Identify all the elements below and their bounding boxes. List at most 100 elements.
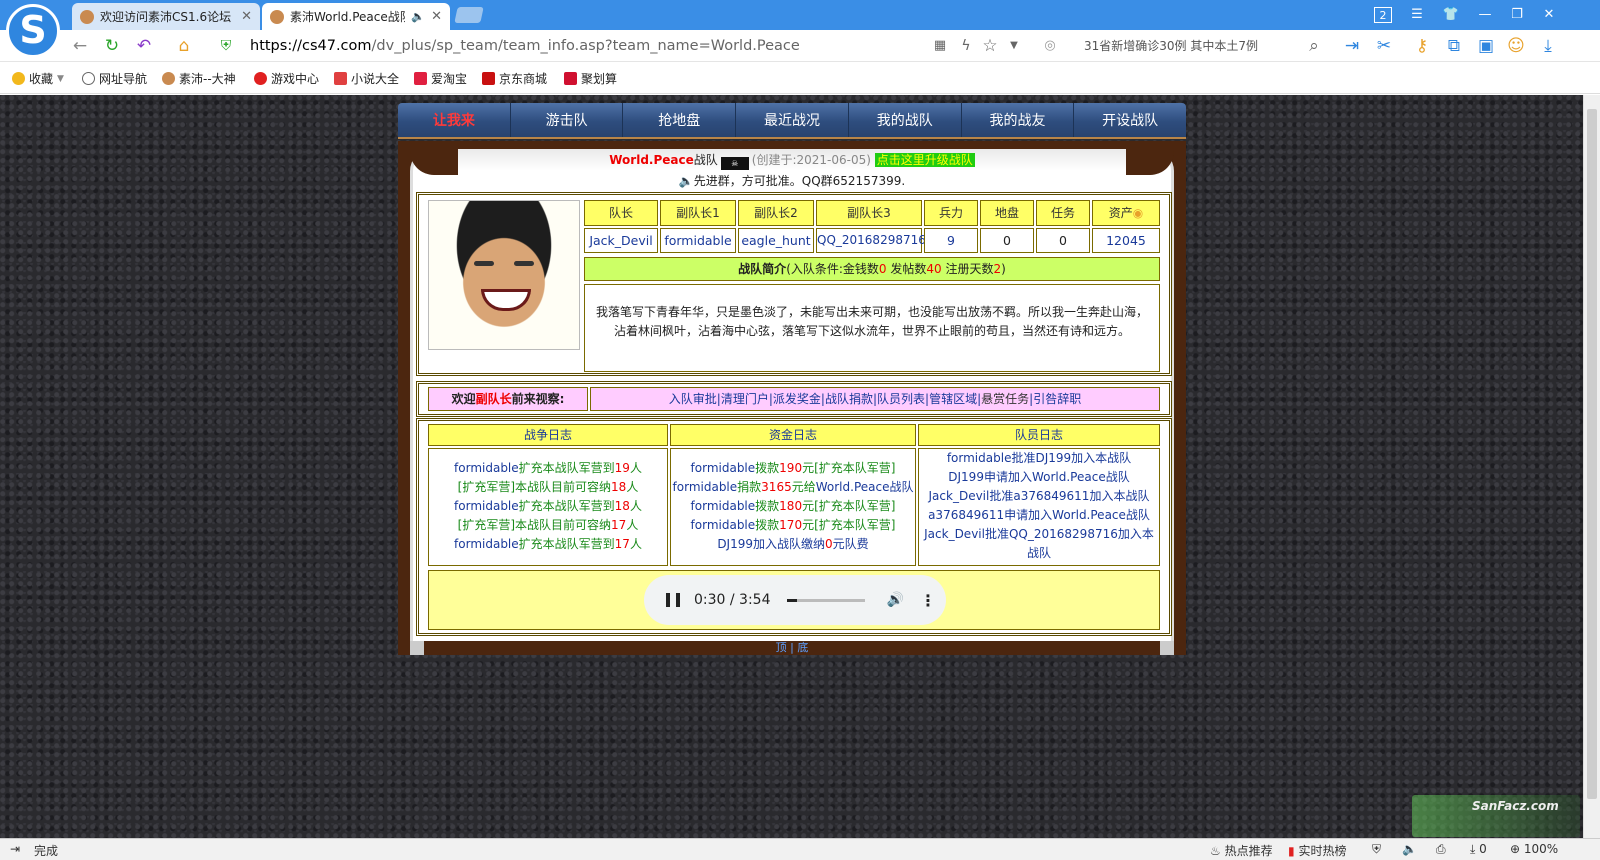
hot-recommend[interactable]: ♨ 热点推荐: [1210, 842, 1273, 859]
key-icon[interactable]: ⚷: [1412, 36, 1432, 56]
search-icon[interactable]: ⌕: [1304, 36, 1324, 56]
log-user[interactable]: a376849611: [928, 508, 1004, 522]
log-user[interactable]: Jack_Devil: [924, 527, 985, 541]
close-icon[interactable]: ✕: [431, 9, 442, 24]
log-link[interactable]: 扩充军营: [462, 480, 510, 494]
speaker-icon[interactable]: 🔈: [1402, 842, 1417, 856]
log-user[interactable]: DJ199: [1035, 451, 1071, 465]
scroll-thumb[interactable]: [1587, 109, 1597, 799]
back-icon[interactable]: ←: [70, 36, 90, 56]
log-link[interactable]: 扩充本队军营: [819, 499, 891, 513]
bookmark-novels[interactable]: 小说大全: [334, 70, 399, 87]
volume-icon[interactable]: 🔊: [887, 592, 904, 608]
scissors-icon[interactable]: ✂: [1374, 36, 1394, 56]
skin-icon[interactable]: 👕: [1442, 6, 1460, 24]
star-icon[interactable]: ☆: [980, 36, 1000, 56]
log-user[interactable]: a376849611: [1013, 489, 1089, 503]
log-user[interactable]: formidable: [691, 461, 756, 475]
pause-icon[interactable]: [666, 593, 680, 607]
undo-icon[interactable]: ↶: [134, 36, 154, 56]
bookmark-nav[interactable]: 网址导航: [82, 70, 147, 87]
lightning-icon[interactable]: ϟ: [956, 36, 976, 56]
sidebar-toggle-icon[interactable]: ⇥: [10, 842, 20, 856]
log-user[interactable]: formidable: [947, 451, 1012, 465]
tab-team-page[interactable]: 素沛World.Peace战队 🔈 ✕: [262, 3, 450, 30]
log-user[interactable]: formidable: [454, 499, 519, 513]
log-link[interactable]: 扩充本队军营: [819, 518, 891, 532]
log-user[interactable]: formidable: [691, 518, 756, 532]
audio-progress-bar[interactable]: [786, 598, 865, 602]
menu-item-3[interactable]: 最近战况: [736, 103, 849, 137]
vertical-scrollbar[interactable]: [1583, 95, 1600, 838]
menu-item-6[interactable]: 开设战队: [1074, 103, 1186, 137]
action-approve[interactable]: 入队审批: [669, 392, 717, 406]
action-purge[interactable]: 清理门户: [721, 392, 769, 406]
emoji-icon[interactable]: ☺: [1506, 36, 1526, 56]
vice3-link[interactable]: QQ_20168298716: [816, 228, 926, 253]
zoom-level[interactable]: ⊕ 100%: [1510, 842, 1558, 856]
notes-icon[interactable]: ▣: [1476, 36, 1496, 56]
menu-item-1[interactable]: 游击队: [511, 103, 624, 137]
bookmark-games[interactable]: 游戏中心: [254, 70, 319, 87]
more-options-icon[interactable]: ⋮: [920, 591, 936, 610]
log-user[interactable]: DJ199: [717, 537, 753, 551]
realtime-hot[interactable]: ▮ 实时热榜: [1288, 842, 1346, 859]
url-field[interactable]: https://cs47.com/dv_plus/sp_team/team_in…: [250, 36, 800, 56]
bookmark-jd[interactable]: 京东商城: [482, 70, 547, 87]
log-link[interactable]: 扩充本队军营: [819, 461, 891, 475]
bookmark-supei[interactable]: 素沛--大神: [162, 70, 236, 87]
bottom-link[interactable]: 底: [797, 641, 808, 654]
top-link[interactable]: 顶: [776, 641, 787, 654]
menu-item-5[interactable]: 我的战友: [962, 103, 1075, 137]
minimize-icon[interactable]: —: [1476, 6, 1494, 24]
action-bounty[interactable]: 悬赏任务: [981, 392, 1029, 406]
action-donate[interactable]: 战队捐款: [825, 392, 873, 406]
bookmark-taobao[interactable]: 爱淘宝: [414, 70, 467, 87]
qr-icon[interactable]: ▦: [930, 36, 950, 56]
menu-item-0[interactable]: 让我来: [398, 103, 511, 137]
log-user[interactable]: formidable: [673, 480, 738, 494]
action-member-list[interactable]: 队员列表: [877, 392, 925, 406]
log-link[interactable]: World.Peace: [1032, 470, 1106, 484]
close-icon[interactable]: ✕: [241, 9, 252, 24]
chevron-down-icon[interactable]: ▼: [1004, 36, 1024, 56]
log-user[interactable]: formidable: [454, 537, 519, 551]
refresh-icon[interactable]: ↻: [102, 36, 122, 56]
translate-icon[interactable]: ⧉: [1444, 36, 1464, 56]
new-tab-button[interactable]: [454, 7, 484, 23]
maximize-icon[interactable]: ❐: [1508, 6, 1526, 24]
log-user[interactable]: DJ199: [948, 470, 984, 484]
captain-link[interactable]: Jack_Devil: [584, 228, 658, 253]
window-count-badge[interactable]: 2: [1374, 7, 1392, 23]
log-link[interactable]: World.Peace: [1052, 508, 1126, 522]
home-icon[interactable]: ⌂: [174, 36, 194, 56]
print-icon[interactable]: ⎙: [1436, 842, 1446, 857]
log-user[interactable]: formidable: [691, 499, 756, 513]
upgrade-link[interactable]: 点击这里升级战队: [874, 153, 975, 167]
action-resign[interactable]: 引咎辞职: [1033, 392, 1081, 406]
menu-icon[interactable]: ☰: [1408, 6, 1426, 24]
log-user[interactable]: formidable: [454, 461, 519, 475]
tab-welcome-forum[interactable]: 欢迎访问素沛CS1.6论坛 ✕: [72, 3, 260, 30]
search-engine-icon[interactable]: ◎: [1040, 36, 1060, 56]
log-user[interactable]: QQ_20168298716: [1009, 527, 1118, 541]
download-count[interactable]: ⤓ 0: [1470, 842, 1487, 857]
shield-icon[interactable]: ⛨: [1372, 842, 1381, 857]
action-area[interactable]: 管辖区域: [929, 392, 977, 406]
log-user[interactable]: Jack_Devil: [929, 489, 990, 503]
speaker-icon[interactable]: 🔈: [411, 10, 425, 23]
download-icon[interactable]: ⤓: [1538, 36, 1558, 56]
log-link[interactable]: 扩充军营: [462, 518, 510, 532]
close-window-icon[interactable]: ✕: [1540, 6, 1558, 24]
browser-logo-icon[interactable]: S: [6, 4, 60, 58]
vice2-link[interactable]: eagle_hunt: [738, 228, 814, 253]
bookmark-juhuasuan[interactable]: 聚划算: [564, 70, 617, 87]
log-link[interactable]: World.Peace战队: [816, 480, 914, 494]
vice1-link[interactable]: formidable: [660, 228, 736, 253]
bookmark-favorites[interactable]: 收藏 ▼: [12, 70, 64, 87]
menu-item-4[interactable]: 我的战队: [849, 103, 962, 137]
menu-item-2[interactable]: 抢地盘: [623, 103, 737, 137]
audio-player[interactable]: 0:30 / 3:54 🔊 ⋮: [644, 575, 946, 625]
login-icon[interactable]: ⇥: [1342, 36, 1362, 56]
action-bonus[interactable]: 派发奖金: [773, 392, 821, 406]
